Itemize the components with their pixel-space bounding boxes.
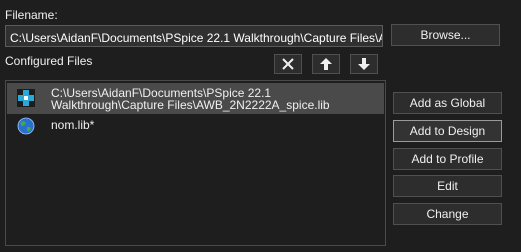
move-down-button[interactable] (350, 54, 378, 74)
add-to-profile-button[interactable]: Add to Profile (393, 148, 502, 170)
add-to-design-button[interactable]: Add to Design (393, 120, 502, 142)
list-item[interactable]: C:\Users\AidanF\Documents\PSpice 22.1 Wa… (7, 83, 384, 114)
filename-label: Filename: (5, 8, 58, 22)
arrow-up-icon (320, 58, 332, 70)
configured-files-list[interactable]: C:\Users\AidanF\Documents\PSpice 22.1 Wa… (5, 80, 386, 246)
add-as-global-button[interactable]: Add as Global (393, 92, 502, 114)
configured-files-label: Configured Files (5, 54, 93, 68)
list-item[interactable]: nom.lib* (7, 116, 384, 136)
change-button[interactable]: Change (393, 203, 502, 225)
delete-x-icon (282, 58, 294, 70)
list-item-name: nom.lib* (51, 118, 95, 132)
filename-input[interactable]: C:\Users\AidanF\Documents\PSpice 22.1 Wa… (5, 25, 383, 47)
arrow-down-icon (358, 58, 370, 70)
global-library-icon (17, 117, 35, 135)
move-up-button[interactable] (312, 54, 340, 74)
browse-button[interactable]: Browse... (391, 24, 500, 46)
edit-button[interactable]: Edit (393, 175, 502, 197)
list-item-path-line2: Walkthrough\Capture Files\AWB_2N2222A_sp… (51, 98, 330, 112)
design-library-icon (17, 89, 35, 107)
delete-button[interactable] (274, 54, 302, 74)
